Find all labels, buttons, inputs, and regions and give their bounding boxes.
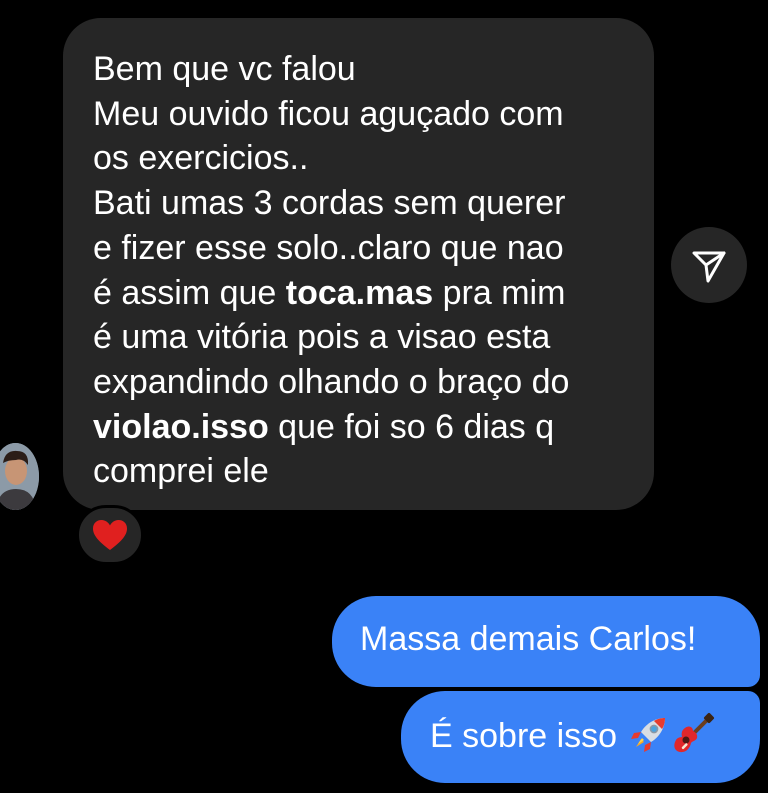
message-text: Massa demais Carlos! bbox=[360, 620, 697, 658]
message-text: É sobre isso bbox=[430, 717, 618, 755]
text-segment: os exercicios.. bbox=[93, 139, 309, 178]
outgoing-message-bubble[interactable]: Massa demais Carlos! bbox=[332, 596, 760, 687]
text-segment: é assim que bbox=[93, 273, 286, 312]
text-segment: Bati umas 3 cordas sem querer bbox=[93, 184, 566, 223]
text-segment: expandindo olhando o braço do bbox=[93, 362, 570, 401]
text-segment: Bem que vc falou bbox=[93, 50, 356, 88]
message-line: violao.isso que foi so 6 dias q bbox=[93, 405, 630, 450]
reaction-badge[interactable] bbox=[76, 505, 144, 565]
text-segment: e fizer esse solo..claro que nao bbox=[93, 228, 564, 267]
share-button[interactable] bbox=[671, 227, 747, 303]
guitar-icon bbox=[671, 712, 715, 756]
text-segment: pra mim bbox=[433, 273, 566, 312]
outgoing-message-bubble[interactable]: É sobre isso bbox=[401, 691, 760, 783]
paper-plane-icon bbox=[692, 251, 726, 283]
text-segment: que foi so 6 dias q bbox=[268, 407, 555, 446]
text-segment: é uma vitória pois a visao esta bbox=[93, 318, 551, 357]
incoming-message-bubble[interactable]: Bem que vc falou Meu ouvido ficou aguçado… bbox=[63, 18, 654, 510]
message-line: Bati umas 3 cordas sem querer bbox=[93, 181, 630, 226]
avatar-photo bbox=[0, 443, 39, 510]
rocket-icon bbox=[627, 712, 671, 756]
message-line: Meu ouvido ficou aguçado com bbox=[93, 92, 630, 137]
message-line: e fizer esse solo..claro que nao bbox=[93, 226, 630, 271]
message-line: comprei ele bbox=[93, 449, 630, 494]
message-line: é uma vitória pois a visao esta bbox=[93, 315, 630, 360]
message-line: é assim que toca.mas pra mim bbox=[93, 271, 630, 316]
bold-text-segment: violao.isso bbox=[93, 407, 269, 446]
message-line: Bem que vc falou bbox=[93, 47, 630, 92]
bold-text-segment: toca.mas bbox=[285, 273, 434, 312]
text-segment: comprei ele bbox=[93, 452, 269, 491]
message-line: expandindo olhando o braço do bbox=[93, 360, 630, 405]
text-segment: Meu ouvido ficou aguçado com bbox=[93, 94, 564, 133]
heart-icon bbox=[93, 520, 127, 550]
contact-avatar[interactable] bbox=[0, 443, 39, 510]
message-line: os exercicios.. bbox=[93, 136, 630, 181]
